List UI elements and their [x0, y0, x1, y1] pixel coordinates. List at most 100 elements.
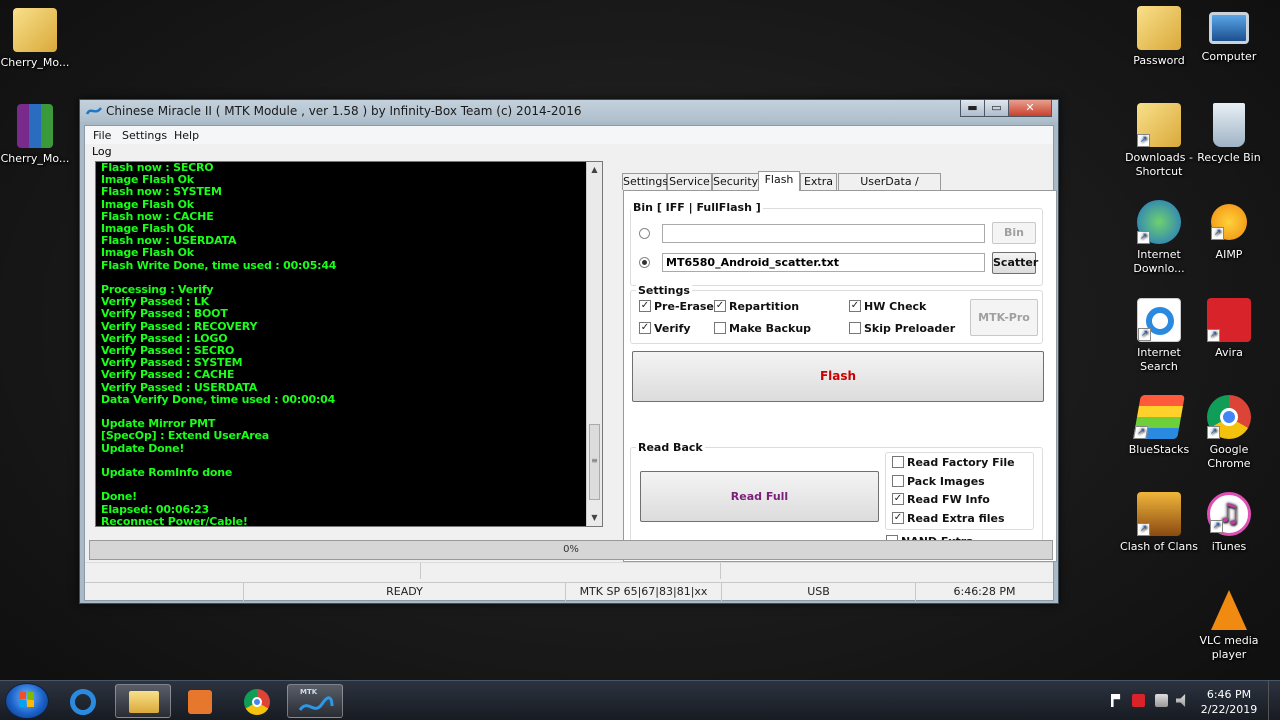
tab-settings[interactable]: Settings: [622, 173, 668, 190]
scatter-button[interactable]: Scatter: [992, 252, 1038, 274]
desktop-icon-label: Internet Downlo...: [1133, 248, 1185, 275]
flash-tab-panel: Bin [ IFF | FullFlash ] Bin MT6580_Andro…: [623, 190, 1057, 562]
scroll-down-arrow-icon[interactable]: ▼: [587, 510, 602, 526]
repartition-checkbox[interactable]: ✓: [714, 300, 726, 312]
desktop-icon-recycle-bin[interactable]: Recycle Bin: [1189, 103, 1269, 165]
read-extra-files-checkbox[interactable]: ✓: [892, 512, 904, 524]
vlc-cone-icon: [1211, 590, 1247, 630]
clock-time: 6:46 PM: [1206, 688, 1252, 701]
taskbar-chinese-miracle[interactable]: MTK: [287, 684, 343, 718]
tab-extra[interactable]: Extra: [800, 173, 837, 190]
avira-umbrella-icon: ↗: [1207, 298, 1251, 342]
bin-radio[interactable]: [639, 228, 650, 239]
pack-images-label: Pack Images: [907, 475, 985, 488]
read-factory-file-checkbox[interactable]: [892, 456, 904, 468]
start-button[interactable]: [5, 683, 49, 719]
shortcut-arrow-icon: ↗: [1138, 328, 1151, 341]
taskbar-chrome[interactable]: [229, 684, 285, 718]
pack-images-checkbox[interactable]: [892, 475, 904, 487]
desktop-icon-aimp[interactable]: ↗ AIMP: [1189, 200, 1269, 262]
taskbar-media-player[interactable]: [172, 684, 228, 718]
mtk-pro-button[interactable]: MTK-Pro: [970, 299, 1038, 336]
desktop-icon-bluestacks[interactable]: ↗ BlueStacks: [1119, 395, 1199, 457]
desktop-icon-vlc[interactable]: VLC media player: [1189, 590, 1269, 662]
status-segment-empty: [85, 583, 244, 601]
make-backup-label: Make Backup: [729, 322, 812, 335]
desktop-icon-cherry-folder[interactable]: Cherry_Mo...: [0, 8, 75, 70]
scroll-thumb[interactable]: ≡: [589, 424, 600, 500]
scatter-path-field[interactable]: MT6580_Android_scatter.txt: [662, 253, 985, 272]
skip-preloader-label: Skip Preloader: [864, 322, 956, 335]
volume-icon[interactable]: [1176, 694, 1186, 707]
avira-tray-icon[interactable]: [1132, 694, 1145, 707]
status-bar: READY MTK SP 65|67|83|81|xx USB 6:46:28 …: [85, 582, 1053, 601]
tab-security[interactable]: Security: [712, 173, 759, 190]
desktop-icon-internet-search[interactable]: ↗ Internet Search: [1119, 298, 1199, 374]
desktop-icon-label: Computer: [1201, 50, 1257, 63]
scroll-up-arrow-icon[interactable]: ▲: [587, 162, 602, 178]
computer-monitor-icon: [1209, 12, 1249, 44]
desktop-icon-label: BlueStacks: [1128, 443, 1190, 456]
read-extra-files-label: Read Extra files: [907, 512, 1005, 525]
status-time: 6:46:28 PM: [953, 585, 1016, 598]
shortcut-arrow-icon: ↗: [1207, 329, 1220, 342]
bin-button[interactable]: Bin: [992, 222, 1036, 244]
tab-service[interactable]: Service: [667, 173, 712, 190]
menu-help[interactable]: Help: [174, 129, 199, 142]
desktop-icon-google-chrome[interactable]: ↗ Google Chrome: [1189, 395, 1269, 471]
menu-file[interactable]: File: [93, 129, 111, 142]
log-console[interactable]: Flash now : SECRO Image Flash Ok Flash n…: [95, 161, 603, 527]
miracle-window: Chinese Miracle II ( MTK Module , ver 1.…: [79, 99, 1059, 604]
hw-check-label: HW Check: [864, 300, 927, 313]
read-full-button[interactable]: Read Full: [640, 471, 879, 522]
desktop-icon-cherry-archive[interactable]: Cherry_Mo...: [0, 104, 75, 166]
shortcut-arrow-icon: ↗: [1207, 426, 1220, 439]
log-scrollbar[interactable]: ▲ ≡ ▼: [586, 162, 602, 526]
bin-group-label: Bin [ IFF | FullFlash ]: [631, 201, 763, 214]
taskbar-explorer[interactable]: [115, 684, 171, 718]
title-bar[interactable]: Chinese Miracle II ( MTK Module , ver 1.…: [80, 100, 1058, 122]
repartition-label: Repartition: [729, 300, 800, 313]
desktop-icon-password[interactable]: Password: [1119, 6, 1199, 68]
tab-flash[interactable]: Flash: [758, 171, 800, 191]
taskbar-internet-explorer[interactable]: [56, 684, 112, 718]
taskbar-clock[interactable]: 6:46 PM 2/22/2019: [1196, 687, 1262, 717]
hw-check-checkbox[interactable]: ✓: [849, 300, 861, 312]
action-center-flag-icon[interactable]: [1111, 694, 1121, 707]
close-button[interactable]: ✕: [1008, 100, 1052, 117]
read-factory-file-label: Read Factory File: [907, 456, 1015, 469]
desktop-icon-avira[interactable]: ↗ Avira: [1189, 298, 1269, 360]
safely-remove-hardware-icon[interactable]: [1155, 694, 1168, 707]
status-state: READY: [244, 583, 566, 601]
menu-settings[interactable]: Settings: [122, 129, 167, 142]
desktop-icon-itunes[interactable]: ♫ ↗ iTunes: [1189, 492, 1269, 554]
skip-preloader-checkbox[interactable]: [849, 322, 861, 334]
chrome-icon: ↗: [1207, 395, 1251, 439]
desktop-icon-computer[interactable]: Computer: [1189, 6, 1269, 64]
pre-erase-checkbox[interactable]: ✓: [639, 300, 651, 312]
bin-path-field[interactable]: [662, 224, 985, 243]
shortcut-arrow-icon: ↗: [1210, 520, 1223, 533]
shortcut-arrow-icon: ↗: [1137, 231, 1150, 244]
folder-icon: [1137, 6, 1181, 50]
menu-bar: File Settings Help: [85, 126, 1053, 144]
maximize-button[interactable]: ▭: [984, 100, 1009, 117]
desktop-icon-clash-of-clans[interactable]: ↗ Clash of Clans: [1119, 492, 1199, 554]
minimize-button[interactable]: ▬: [960, 100, 985, 117]
tab-userdata-forensic[interactable]: UserData / Forensic: [838, 173, 941, 203]
shortcut-arrow-icon: ↗: [1133, 426, 1149, 439]
folder-icon: [13, 8, 57, 52]
globe-download-icon: ↗: [1137, 200, 1181, 244]
verify-label: Verify: [654, 322, 691, 335]
flash-button[interactable]: Flash: [632, 351, 1044, 402]
recycle-bin-icon: [1213, 103, 1245, 147]
desktop-icon-label: Password: [1133, 54, 1185, 67]
log-text: Flash now : SECRO Image Flash Ok Flash n…: [101, 161, 337, 528]
verify-checkbox[interactable]: ✓: [639, 322, 651, 334]
desktop-icon-internet-download[interactable]: ↗ Internet Downlo...: [1119, 200, 1199, 276]
scatter-radio[interactable]: [639, 257, 650, 268]
read-fw-info-checkbox[interactable]: ✓: [892, 493, 904, 505]
make-backup-checkbox[interactable]: [714, 322, 726, 334]
show-desktop-button[interactable]: [1268, 681, 1280, 720]
desktop-icon-downloads-shortcut[interactable]: ↗ Downloads - Shortcut: [1119, 103, 1199, 179]
